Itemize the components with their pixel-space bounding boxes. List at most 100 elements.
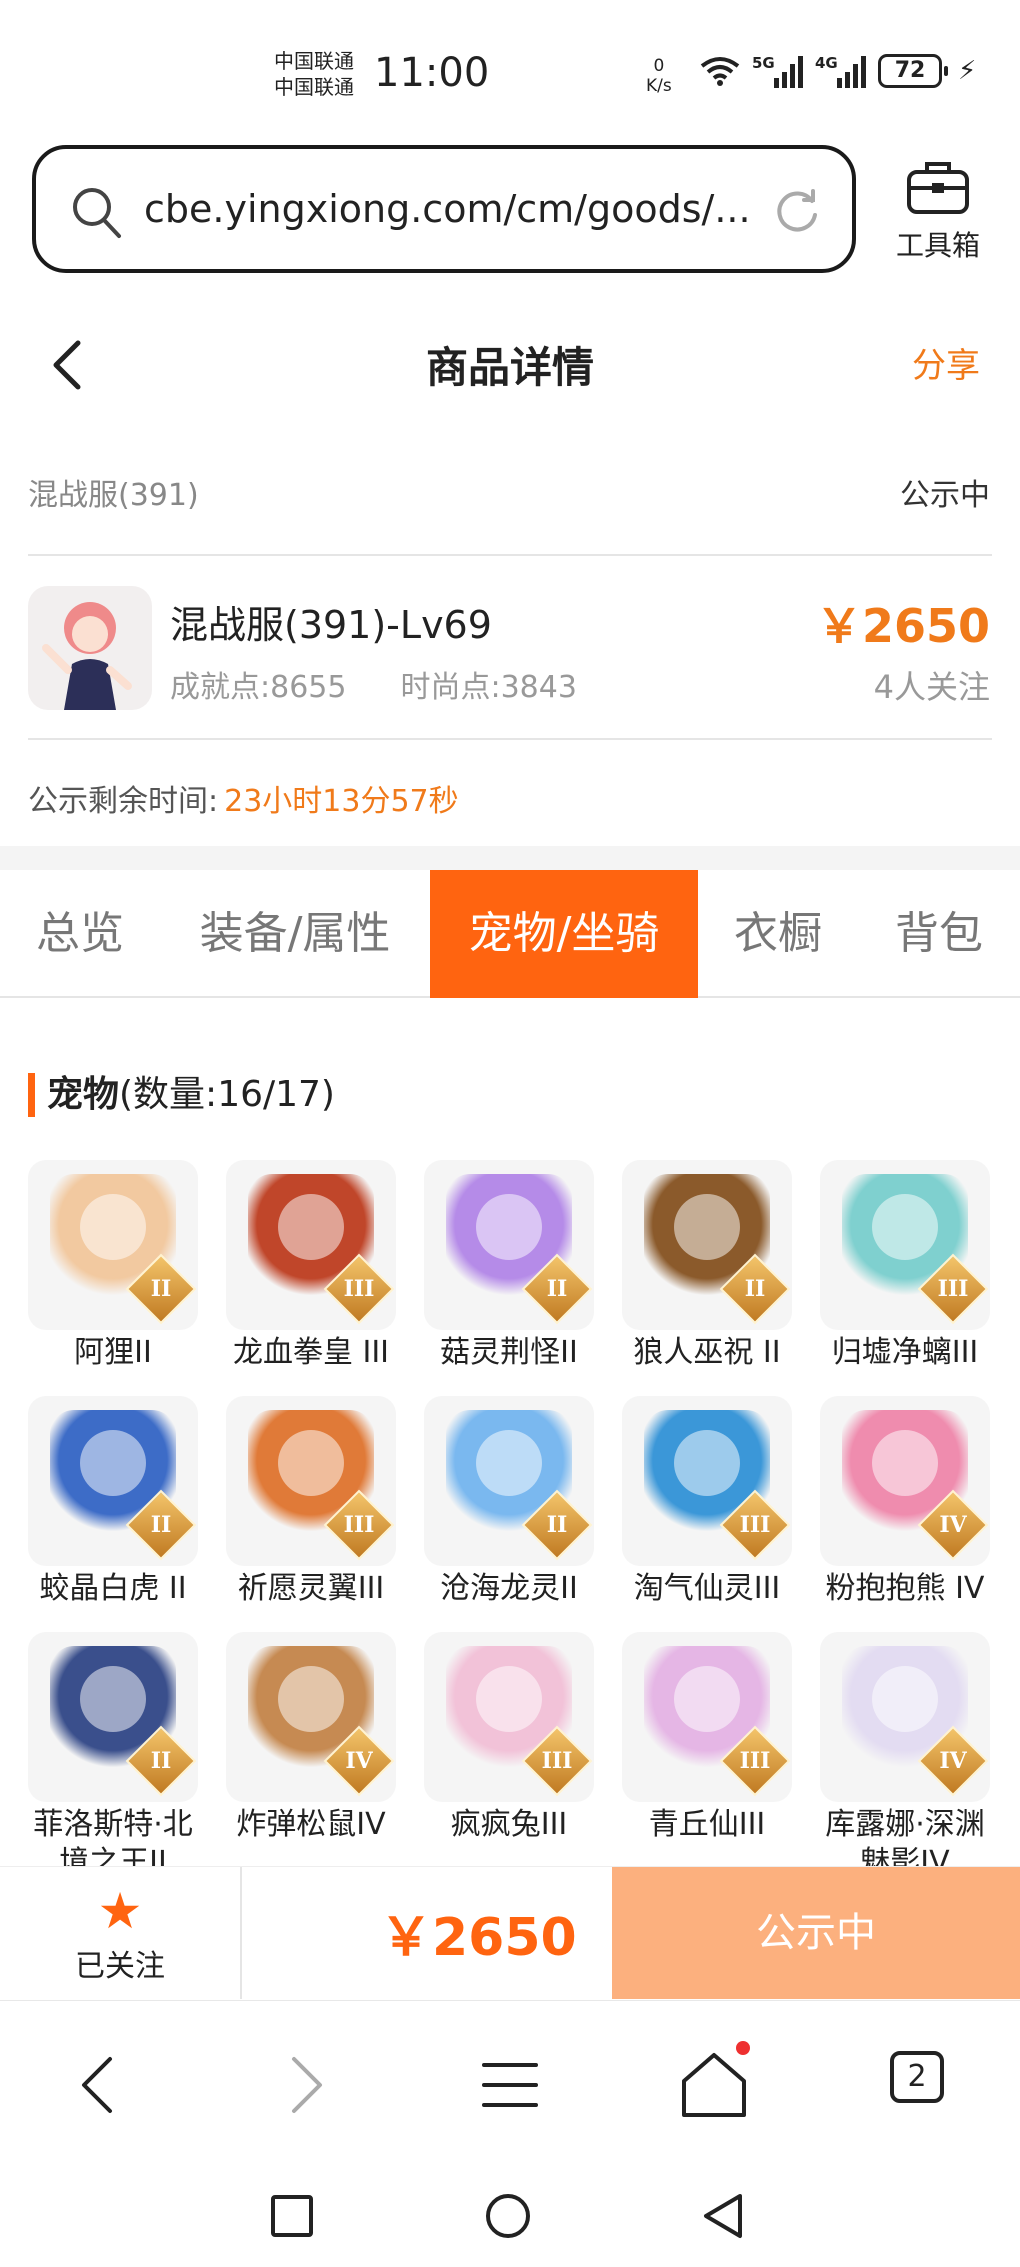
toolbox-icon <box>907 162 969 214</box>
tabs-button[interactable]: 2 <box>890 2051 970 2131</box>
pet-card[interactable]: III 归墟净螭III <box>820 1160 990 1372</box>
pet-image: IV <box>226 1632 396 1802</box>
price: ￥2650 <box>815 599 990 653</box>
pet-image: II <box>28 1632 198 1802</box>
pet-art-highlight <box>476 1194 542 1260</box>
wifi-icon <box>700 57 740 86</box>
carrier-1: 中国联通 <box>274 49 354 73</box>
pet-name: 青丘仙III <box>648 1807 766 1842</box>
pet-name: 沧海龙灵II <box>440 1571 578 1606</box>
pet-card[interactable]: II 阿狸II <box>28 1160 198 1372</box>
status-icons: 5G 4G 72 ⚡ <box>700 54 976 88</box>
pet-card[interactable]: IV 粉抱抱熊 IV <box>820 1396 990 1608</box>
browser-forward-icon[interactable] <box>264 2045 344 2125</box>
pets-count: (数量:16/17) <box>119 1074 335 1115</box>
pet-art-highlight <box>476 1666 542 1732</box>
pet-art-highlight <box>80 1430 146 1496</box>
pet-image: III <box>226 1160 396 1330</box>
pet-card[interactable]: III 龙血拳皇 III <box>226 1160 396 1372</box>
section-separator <box>0 846 1020 870</box>
pet-card[interactable]: II 菲洛斯特·北境之王II <box>28 1632 198 1872</box>
pet-name: 狼人巫祝 II <box>633 1335 781 1370</box>
pet-image: II <box>622 1160 792 1330</box>
pet-name: 龙血拳皇 III <box>232 1335 390 1370</box>
pet-card[interactable]: III 淘气仙灵III <box>622 1396 792 1608</box>
browser-nav: 2 <box>0 2000 1020 2156</box>
pet-image: II <box>28 1160 198 1330</box>
pet-art-highlight <box>278 1666 344 1732</box>
pet-card[interactable]: IV 炸弹松鼠IV <box>226 1632 396 1844</box>
pet-art-highlight <box>80 1194 146 1260</box>
page-title: 商品详情 <box>425 343 594 392</box>
notification-dot <box>736 2041 750 2055</box>
countdown: 公示剩余时间: 23小时13分57秒 <box>28 776 459 820</box>
toolbox-label: 工具箱 <box>895 229 980 262</box>
pet-art-highlight <box>476 1430 542 1496</box>
tab-pets-mounts[interactable]: 宠物/坐骑 <box>430 870 698 998</box>
pet-name: 淘气仙灵III <box>633 1571 781 1606</box>
fashion-points: 时尚点:3843 <box>400 670 577 705</box>
network-speed: 0 K/s <box>646 56 672 96</box>
follow-label: 已关注 <box>75 1949 165 1984</box>
rank-badge-text: III <box>739 1748 771 1774</box>
tab-overview[interactable]: 总览 <box>0 870 160 998</box>
signal-4g-icon: 4G <box>815 54 866 88</box>
pet-name: 粉抱抱熊 IV <box>825 1571 985 1606</box>
menu-icon[interactable] <box>470 2045 550 2125</box>
rank-badge-text: II <box>150 1276 172 1302</box>
pet-card[interactable]: III 青丘仙III <box>622 1632 792 1844</box>
toolbox-button[interactable]: 工具箱 <box>888 158 988 264</box>
pet-card[interactable]: II 蛟晶白虎 II <box>28 1396 198 1608</box>
pet-card[interactable]: II 狼人巫祝 II <box>622 1160 792 1372</box>
system-home-icon[interactable] <box>484 2192 532 2240</box>
url-text[interactable]: cbe.yingxiong.com/cm/goods/... <box>144 187 751 231</box>
rank-badge-text: III <box>541 1748 573 1774</box>
home-icon[interactable] <box>674 2045 754 2125</box>
pet-art-highlight <box>80 1666 146 1732</box>
tab-backpack[interactable]: 背包 <box>858 870 1020 998</box>
pet-art-highlight <box>278 1430 344 1496</box>
status-bar: 中国联通 中国联通 11:00 0 K/s 5G 4G 72 ⚡ <box>0 0 1020 140</box>
pet-art-highlight <box>674 1194 740 1260</box>
divider <box>28 738 992 740</box>
tab-equipment[interactable]: 装备/属性 <box>170 870 420 998</box>
recents-icon[interactable] <box>270 2194 314 2238</box>
pets-grid: II 阿狸II III 龙血拳皇 III II 菇灵荆怪II II 狼人巫祝 II III 归墟净… <box>28 1160 998 1872</box>
pet-image: II <box>424 1160 594 1330</box>
pet-card[interactable]: IV 库露娜·深渊魅影IV <box>820 1632 990 1872</box>
pet-card[interactable]: II 菇灵荆怪II <box>424 1160 594 1372</box>
reload-icon[interactable] <box>772 187 822 237</box>
rank-badge-text: II <box>546 1276 568 1302</box>
pet-image: IV <box>820 1396 990 1566</box>
rank-badge-text: III <box>343 1276 375 1302</box>
rank-badge-text: III <box>937 1276 969 1302</box>
pet-card[interactable]: II 沧海龙灵II <box>424 1396 594 1608</box>
status-button[interactable]: 公示中 <box>612 1867 1020 1999</box>
pet-art-highlight <box>278 1194 344 1260</box>
tab-count-icon: 2 <box>890 2051 944 2103</box>
carrier-labels: 中国联通 中国联通 <box>274 48 354 100</box>
pet-card[interactable]: III 疯疯兔III <box>424 1632 594 1844</box>
divider <box>28 554 992 556</box>
character-title: 混战服(391)-Lv69 <box>170 603 492 647</box>
tab-wardrobe[interactable]: 衣橱 <box>708 870 848 998</box>
bottom-price: ￥2650 <box>380 1908 577 1968</box>
rank-badge-text: IV <box>939 1748 967 1774</box>
address-bar[interactable]: cbe.yingxiong.com/cm/goods/... <box>32 145 856 273</box>
section-accent-bar <box>28 1073 35 1117</box>
pet-art-highlight <box>872 1430 938 1496</box>
pet-art-highlight <box>872 1666 938 1732</box>
browser-back-icon[interactable] <box>60 2045 140 2125</box>
pet-name: 蛟晶白虎 II <box>39 1571 187 1606</box>
pet-name: 阿狸II <box>74 1335 152 1370</box>
pet-image: IV <box>820 1632 990 1802</box>
pet-name: 菇灵荆怪II <box>440 1335 578 1370</box>
follow-button[interactable]: ★ 已关注 <box>0 1867 242 1999</box>
share-button[interactable]: 分享 <box>912 338 980 387</box>
pet-card[interactable]: III 祈愿灵翼III <box>226 1396 396 1608</box>
system-back-icon[interactable] <box>700 2192 748 2240</box>
pets-section-title: 宠物(数量:16/17) <box>28 1070 335 1118</box>
pet-name: 归墟净螭III <box>831 1335 979 1370</box>
pet-image: III <box>820 1160 990 1330</box>
net-speed-value: 0 <box>653 56 665 76</box>
